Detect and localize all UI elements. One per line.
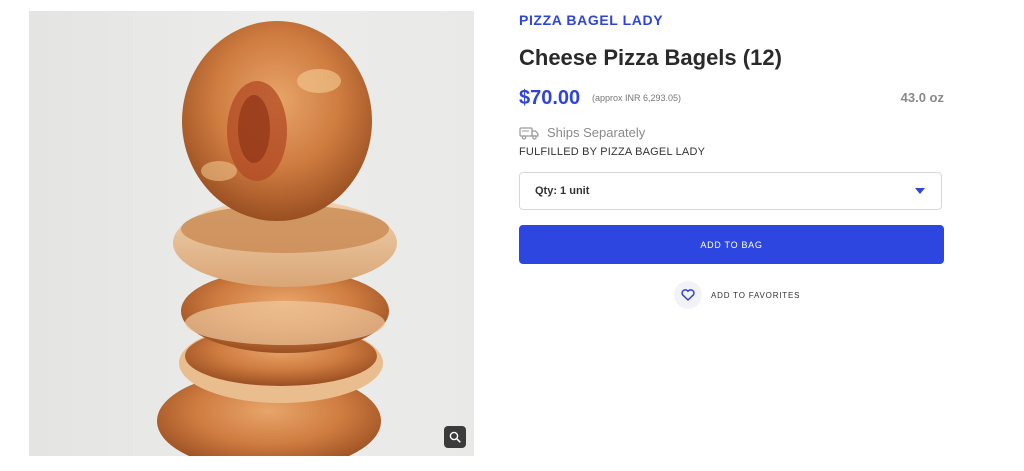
product-price: $70.00 xyxy=(519,87,581,109)
quantity-value: Qty: 1 unit xyxy=(535,185,590,197)
truck-icon xyxy=(519,126,539,140)
shipping-label: Ships Separately xyxy=(547,125,646,140)
product-image-gallery xyxy=(29,11,474,456)
approx-price: (approx INR 6,293.05) xyxy=(592,93,682,103)
favorite-circle xyxy=(674,281,702,309)
heart-icon xyxy=(681,289,695,301)
zoom-button[interactable] xyxy=(444,426,466,448)
magnifier-icon xyxy=(449,431,461,443)
product-photo xyxy=(157,21,397,456)
shipping-info: Ships Separately xyxy=(519,125,645,140)
quantity-select[interactable]: Qty: 1 unit xyxy=(519,172,942,210)
fulfilled-by: FULFILLED BY PIZZA BAGEL LADY xyxy=(519,146,706,158)
add-to-favorites-label: ADD TO FAVORITES xyxy=(711,290,801,300)
caret-down-icon xyxy=(915,188,925,194)
add-to-bag-button[interactable]: ADD TO BAG xyxy=(519,225,944,264)
brand-link[interactable]: PIZZA BAGEL LADY xyxy=(519,12,663,28)
add-to-favorites-button[interactable]: ADD TO FAVORITES xyxy=(674,281,800,309)
product-title: Cheese Pizza Bagels (12) xyxy=(519,45,782,70)
product-weight: 43.0 oz xyxy=(900,90,944,105)
